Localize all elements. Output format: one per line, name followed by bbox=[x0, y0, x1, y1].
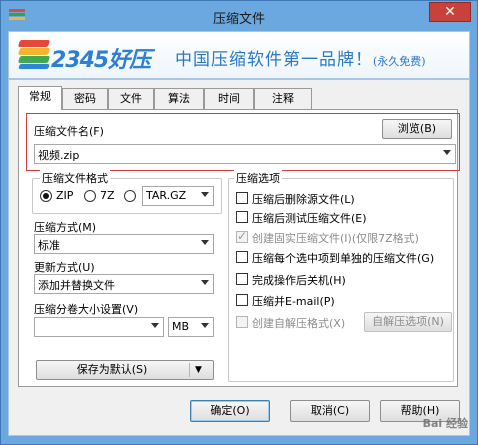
caret-down-icon[interactable]: ▼ bbox=[195, 361, 202, 379]
opt-shutdown-label: 完成操作后关机(H) bbox=[252, 274, 346, 287]
radio-7z-label: 7Z bbox=[100, 189, 115, 202]
format-group-title: 压缩文件格式 bbox=[40, 170, 110, 186]
update-label: 更新方式(U) bbox=[34, 261, 95, 274]
update-select[interactable]: 添加并替换文件 bbox=[34, 274, 214, 294]
opt-solid-archive-label: 创建固实压缩文件(I)(仅限7Z格式) bbox=[252, 232, 419, 245]
window-title: 压缩文件 bbox=[212, 12, 265, 27]
method-value: 标准 bbox=[38, 239, 60, 252]
tab-files[interactable]: 文件 bbox=[108, 88, 154, 109]
cancel-button[interactable]: 取消(C) bbox=[290, 400, 370, 422]
logo-icon bbox=[17, 40, 51, 70]
opt-shutdown-checkbox[interactable] bbox=[236, 273, 248, 285]
options-group-title: 压缩选项 bbox=[234, 170, 282, 186]
volume-size-input[interactable] bbox=[34, 317, 164, 337]
close-button[interactable]: ✕ bbox=[429, 2, 471, 22]
volume-unit-value: MB bbox=[172, 320, 190, 333]
other-format-select[interactable]: TAR.GZ bbox=[142, 186, 214, 206]
tab-algorithm[interactable]: 算法 bbox=[154, 88, 204, 109]
chevron-down-icon bbox=[201, 323, 209, 328]
tab-comment[interactable]: 注释 bbox=[254, 88, 312, 109]
opt-delete-source-checkbox[interactable] bbox=[236, 192, 248, 204]
radio-7z[interactable] bbox=[84, 190, 96, 202]
opt-separate-archives-checkbox[interactable] bbox=[236, 251, 248, 263]
volume-label: 压缩分卷大小设置(V) bbox=[34, 303, 139, 316]
radio-other[interactable] bbox=[124, 190, 136, 202]
update-value: 添加并替换文件 bbox=[38, 279, 115, 292]
radio-zip[interactable] bbox=[40, 190, 52, 202]
highlight-annotation bbox=[26, 113, 460, 171]
chevron-down-icon bbox=[201, 192, 209, 197]
chevron-down-icon bbox=[201, 240, 209, 245]
method-select[interactable]: 标准 bbox=[34, 234, 214, 254]
opt-email-checkbox[interactable] bbox=[236, 294, 248, 306]
opt-test-archive-label: 压缩后测试压缩文件(E) bbox=[252, 212, 367, 225]
opt-separate-archives-label: 压缩每个选中项到单独的压缩文件(G) bbox=[252, 252, 435, 265]
opt-solid-archive-checkbox: ✓ bbox=[236, 229, 248, 243]
method-label: 压缩方式(M) bbox=[34, 221, 97, 234]
save-default-button[interactable]: 保存为默认(S) ▼ bbox=[36, 360, 214, 380]
title-bar: 压缩文件 ✕ bbox=[1, 1, 477, 31]
volume-unit-select[interactable]: MB bbox=[168, 317, 214, 337]
save-default-label: 保存为默认(S) bbox=[76, 363, 148, 376]
radio-selected-dot bbox=[43, 193, 49, 199]
watermark: Bai 经验 bbox=[422, 417, 468, 430]
tab-general[interactable]: 常规 bbox=[18, 86, 62, 110]
chevron-down-icon bbox=[151, 323, 159, 328]
opt-test-archive-checkbox[interactable] bbox=[236, 211, 248, 223]
opt-sfx-checkbox bbox=[236, 316, 248, 328]
sfx-options-button: 自解压选项(N) bbox=[364, 312, 452, 332]
opt-email-label: 压缩并E-mail(P) bbox=[252, 295, 335, 308]
split-divider bbox=[189, 363, 190, 377]
ok-button[interactable]: 确定(O) bbox=[190, 400, 270, 422]
opt-delete-source-label: 压缩后删除源文件(L) bbox=[252, 193, 355, 206]
brand-logo-text: 2345好压 bbox=[51, 48, 151, 73]
radio-zip-label: ZIP bbox=[56, 189, 74, 202]
opt-sfx-label: 创建自解压格式(X) bbox=[252, 317, 346, 330]
brand-slogan: 中国压缩软件第一品牌！(永久免费) bbox=[175, 50, 426, 70]
checkmark-icon: ✓ bbox=[237, 229, 248, 243]
chevron-down-icon bbox=[201, 280, 209, 285]
tab-time[interactable]: 时间 bbox=[204, 88, 254, 109]
tab-password[interactable]: 密码 bbox=[62, 88, 108, 109]
brand-banner: 2345好压 中国压缩软件第一品牌！(永久免费) bbox=[8, 31, 470, 79]
other-format-value: TAR.GZ bbox=[146, 189, 187, 202]
